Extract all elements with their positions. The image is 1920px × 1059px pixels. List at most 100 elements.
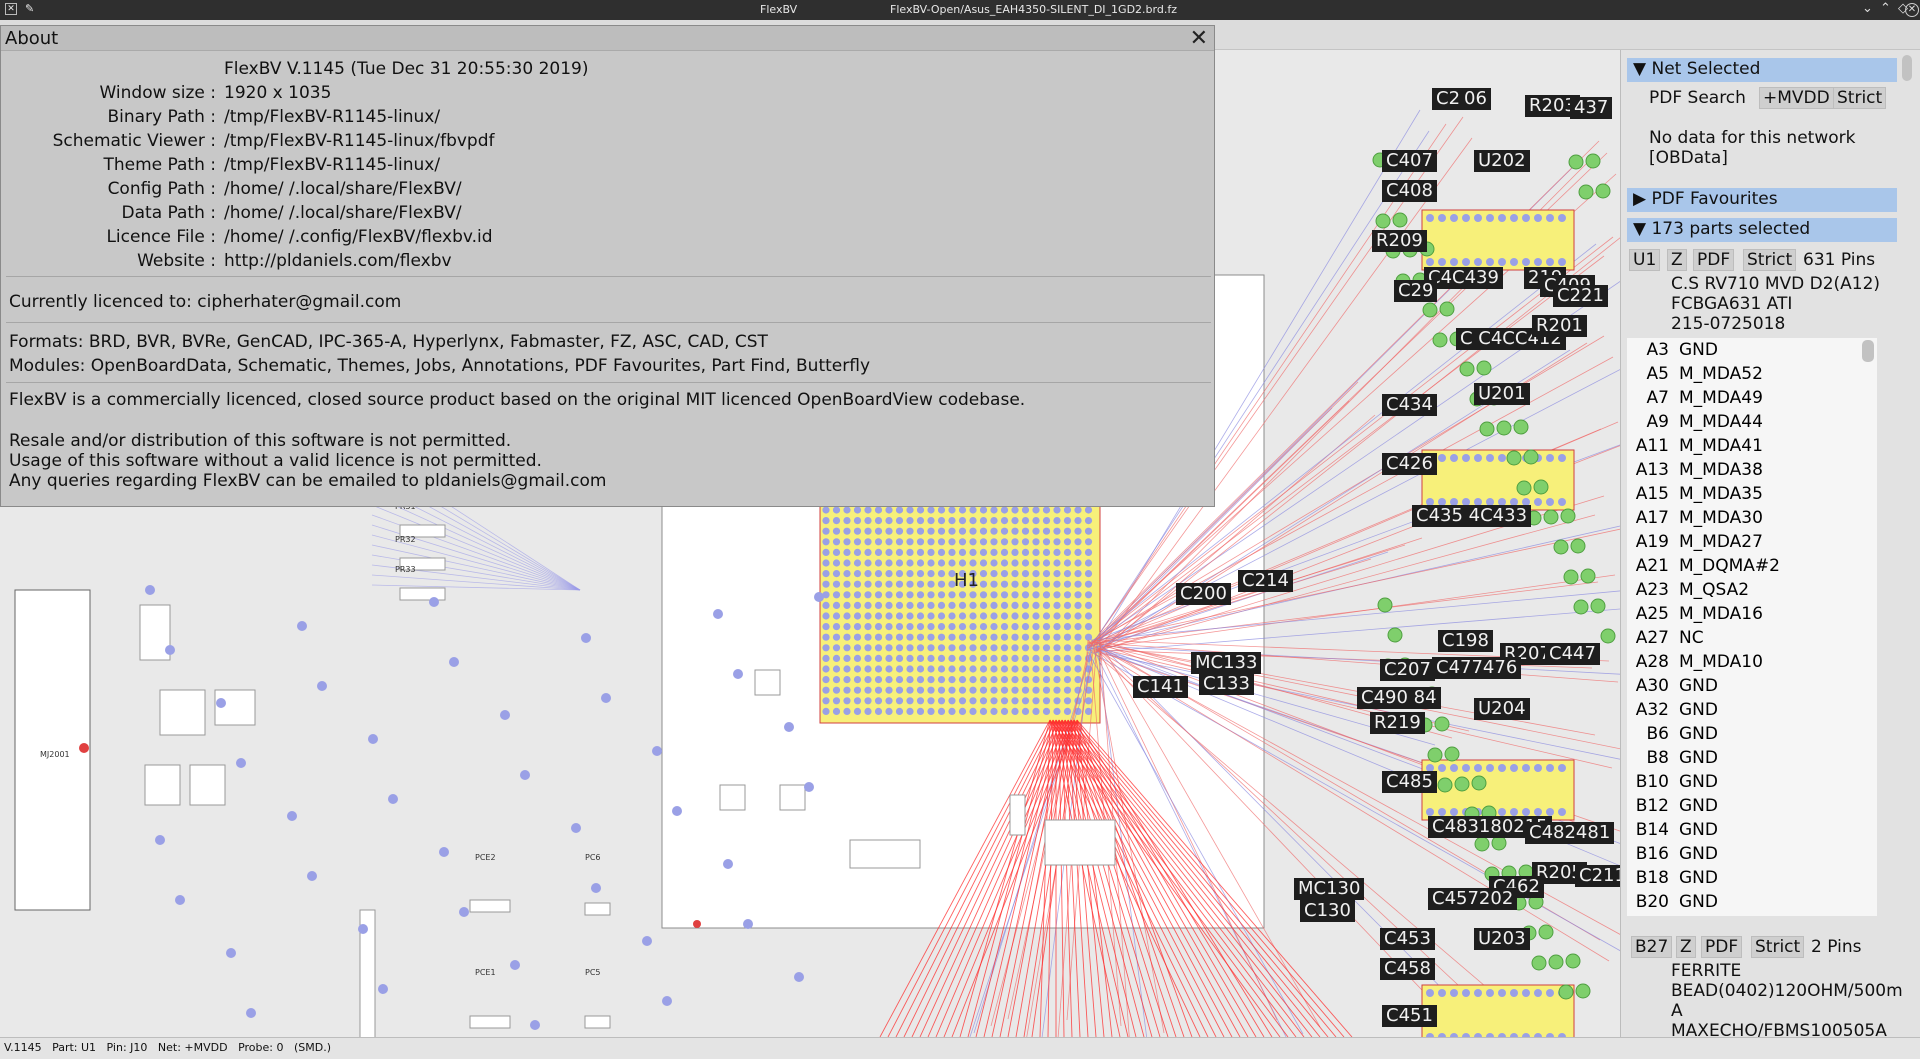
list-item[interactable]: A17 M_MDA30 xyxy=(1627,506,1877,530)
list-item[interactable]: A15 M_MDA35 xyxy=(1627,482,1877,506)
ic-pad xyxy=(1510,258,1518,266)
part-label[interactable]: U201 xyxy=(1474,383,1530,405)
part-label[interactable]: C198 xyxy=(1438,630,1493,652)
part-label[interactable]: C207 xyxy=(1380,659,1435,681)
parts-selected-header[interactable]: ▼ 173 parts selected xyxy=(1627,218,1897,242)
list-item[interactable]: A27 NC xyxy=(1627,626,1877,650)
list-item[interactable]: B20 GND xyxy=(1627,890,1877,914)
net-strict-button[interactable]: Strict xyxy=(1833,87,1887,109)
part-label[interactable]: R219 xyxy=(1370,712,1425,734)
part-u1-strict-button[interactable]: Strict xyxy=(1743,249,1797,271)
bga-pad xyxy=(990,591,998,599)
pin-icon[interactable]: ✎ xyxy=(25,2,34,15)
bga-pad xyxy=(958,707,967,716)
part-u1-z-button[interactable]: Z xyxy=(1667,249,1687,271)
part-label[interactable]: C490 84 xyxy=(1357,687,1441,709)
part-label[interactable]: C141 xyxy=(1133,676,1188,698)
list-item[interactable]: A23 M_QSA2 xyxy=(1627,578,1877,602)
about-key: Licence File : xyxy=(106,227,216,247)
bga-pad xyxy=(895,506,904,514)
pdf-favourites-label: PDF Favourites xyxy=(1651,189,1778,209)
list-item[interactable]: A19 M_MDA27 xyxy=(1627,530,1877,554)
part-label[interactable]: C214 xyxy=(1238,570,1293,592)
part-label[interactable]: R209 xyxy=(1372,230,1427,252)
pin-name: B14 xyxy=(1635,820,1669,840)
list-item[interactable]: A21 M_DQMA#2 xyxy=(1627,554,1877,578)
minimize-icon[interactable]: ⌄ xyxy=(1862,1,1873,16)
part-label[interactable]: C453 xyxy=(1380,928,1435,950)
part-b27-button[interactable]: B27 xyxy=(1631,936,1673,958)
panel-scrollbar[interactable] xyxy=(1902,55,1912,81)
part-label[interactable]: C457202 xyxy=(1428,888,1518,910)
list-item[interactable]: A9 M_MDA44 xyxy=(1627,410,1877,434)
part-label[interactable]: C407 xyxy=(1382,150,1437,172)
part-label[interactable]: C482481 xyxy=(1525,822,1615,844)
part-label[interactable]: C426 xyxy=(1382,453,1437,475)
part-u1-pdf-button[interactable]: PDF xyxy=(1693,249,1735,271)
part-label[interactable]: C435 4C433 xyxy=(1412,505,1532,527)
part-b27-z-button[interactable]: Z xyxy=(1676,936,1696,958)
part-label[interactable]: C434 xyxy=(1382,394,1437,416)
part-label[interactable]: H1 xyxy=(950,570,983,592)
list-item[interactable]: B18 GND xyxy=(1627,866,1877,890)
part-label[interactable]: R201 xyxy=(1532,315,1587,337)
maximize-icon[interactable]: ⌃ xyxy=(1880,1,1891,16)
list-item[interactable]: B14 GND xyxy=(1627,818,1877,842)
list-item[interactable]: A7 M_MDA49 xyxy=(1627,386,1877,410)
list-item[interactable]: B6 GND xyxy=(1627,722,1877,746)
part-b27-pdf-button[interactable]: PDF xyxy=(1701,936,1743,958)
part-label[interactable]: C130 xyxy=(1300,900,1355,922)
part-label[interactable]: C451 xyxy=(1382,1005,1437,1027)
part-label[interactable]: 437 xyxy=(1570,97,1613,119)
part-label[interactable]: U202 xyxy=(1474,150,1530,172)
bga-pad xyxy=(1000,559,1009,567)
close-icon[interactable]: ✕ xyxy=(1190,26,1208,51)
part-label[interactable]: C477476 xyxy=(1432,657,1522,679)
bga-pad xyxy=(832,580,841,588)
list-item[interactable]: A30 GND xyxy=(1627,674,1877,698)
ic-pad xyxy=(1474,764,1482,772)
green-pad xyxy=(1377,597,1393,613)
pin-list-scrollbar[interactable] xyxy=(1862,340,1874,362)
list-item[interactable]: B8 GND xyxy=(1627,746,1877,770)
part-u1-button[interactable]: U1 xyxy=(1629,249,1661,271)
bga-pad xyxy=(1011,580,1019,588)
list-item[interactable]: A32 GND xyxy=(1627,698,1877,722)
part-label[interactable]: C200 xyxy=(1176,583,1231,605)
list-item[interactable]: A25 M_MDA16 xyxy=(1627,602,1877,626)
part-label[interactable]: C408 xyxy=(1382,180,1437,202)
part-b27-strict-button[interactable]: Strict xyxy=(1751,936,1805,958)
list-item[interactable]: B16 GND xyxy=(1627,842,1877,866)
list-item[interactable]: B12 GND xyxy=(1627,794,1877,818)
part-label[interactable]: C458 xyxy=(1380,958,1435,980)
bga-pad xyxy=(874,707,883,716)
pin-list[interactable]: A3 GND A5 M_MDA52 A7 M_MDA49 A9 M_MDA44 A11 M_MDA… xyxy=(1627,338,1877,916)
part-label[interactable]: U204 xyxy=(1474,698,1530,720)
close-window-icon[interactable]: ✕ xyxy=(1905,3,1919,17)
net-selected-header[interactable]: ▼ Net Selected xyxy=(1627,58,1897,82)
part-label[interactable]: MC130 xyxy=(1294,878,1365,900)
list-item[interactable]: B10 GND xyxy=(1627,770,1877,794)
part-label[interactable]: U203 xyxy=(1474,928,1530,950)
pdf-favourites-header[interactable]: ▶ PDF Favourites xyxy=(1627,188,1897,212)
part-label[interactable]: C133 xyxy=(1199,673,1254,695)
bga-pad xyxy=(1032,633,1040,641)
part-label[interactable]: C29 xyxy=(1394,280,1438,302)
list-item[interactable]: A3 GND xyxy=(1627,338,1877,362)
part-label[interactable]: MC133 xyxy=(1191,652,1262,674)
part-label[interactable]: C485 xyxy=(1382,771,1437,793)
part-label[interactable]: C447 xyxy=(1545,643,1600,665)
part-label[interactable]: C221 xyxy=(1553,285,1608,307)
list-item[interactable]: A28 M_MDA10 xyxy=(1627,650,1877,674)
part-label[interactable]: C2 xyxy=(1432,88,1465,110)
bga-pad xyxy=(990,548,998,556)
part-label[interactable]: C211 xyxy=(1575,865,1620,887)
bga-pad xyxy=(895,591,904,599)
list-item[interactable]: A5 M_MDA52 xyxy=(1627,362,1877,386)
bga-pad xyxy=(822,633,830,641)
bga-pad xyxy=(853,527,862,535)
net-pdf-search-button[interactable]: +MVDD xyxy=(1759,87,1834,109)
bga-pad xyxy=(916,601,925,610)
list-item[interactable]: A13 M_MDA38 xyxy=(1627,458,1877,482)
list-item[interactable]: A11 M_MDA41 xyxy=(1627,434,1877,458)
